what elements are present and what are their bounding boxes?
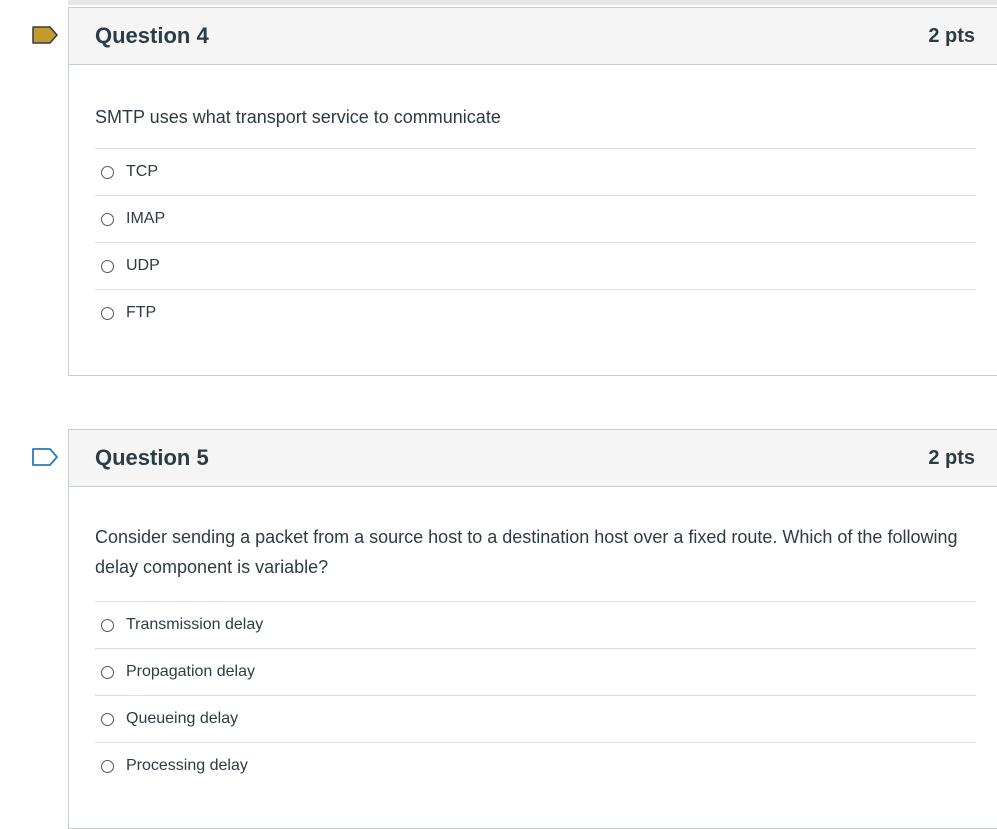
radio-button[interactable] [101, 618, 114, 632]
answer-option[interactable]: IMAP [95, 196, 976, 243]
answer-list: TCP IMAP UDP FTP [95, 148, 976, 336]
question-text: SMTP uses what transport service to comm… [95, 107, 501, 127]
answer-label: UDP [126, 257, 160, 274]
question-title: Question 4 [95, 23, 209, 48]
answer-option[interactable]: Transmission delay [95, 602, 976, 649]
answer-option[interactable]: Queueing delay [95, 696, 976, 743]
answer-label: Propagation delay [126, 663, 255, 680]
question-header: Question 5 2 pts [69, 430, 997, 487]
radio-button[interactable] [101, 306, 114, 320]
question-text: Consider sending a packet from a source … [95, 527, 958, 577]
question-points: 2 pts [928, 24, 975, 47]
answer-option[interactable]: TCP [95, 149, 976, 196]
answer-label: Processing delay [126, 757, 248, 774]
radio-button[interactable] [101, 165, 114, 179]
question-title: Question 5 [95, 445, 209, 470]
radio-button[interactable] [101, 665, 114, 679]
radio-button[interactable] [101, 759, 114, 773]
answer-label: Transmission delay [126, 616, 264, 633]
answer-option[interactable]: FTP [95, 290, 976, 336]
top-divider [68, 0, 997, 5]
answer-label: FTP [126, 304, 157, 321]
radio-button[interactable] [101, 259, 114, 273]
answer-label: Queueing delay [126, 710, 239, 727]
radio-button[interactable] [101, 212, 114, 226]
answer-label: IMAP [126, 210, 166, 227]
question-header: Question 4 2 pts [69, 8, 997, 65]
answer-option[interactable]: UDP [95, 243, 976, 290]
question-4: Question 4 2 pts SMTP uses what transpor… [68, 7, 997, 376]
flag-unmarked-icon[interactable] [32, 448, 58, 466]
answer-option[interactable]: Processing delay [95, 743, 976, 789]
question-points: 2 pts [928, 446, 975, 469]
answer-label: TCP [126, 163, 158, 180]
answer-option[interactable]: Propagation delay [95, 649, 976, 696]
flag-marked-icon[interactable] [32, 26, 58, 44]
question-5: Question 5 2 pts Consider sending a pack… [68, 429, 997, 829]
answer-list: Transmission delay Propagation delay Que… [95, 601, 976, 789]
radio-button[interactable] [101, 712, 114, 726]
